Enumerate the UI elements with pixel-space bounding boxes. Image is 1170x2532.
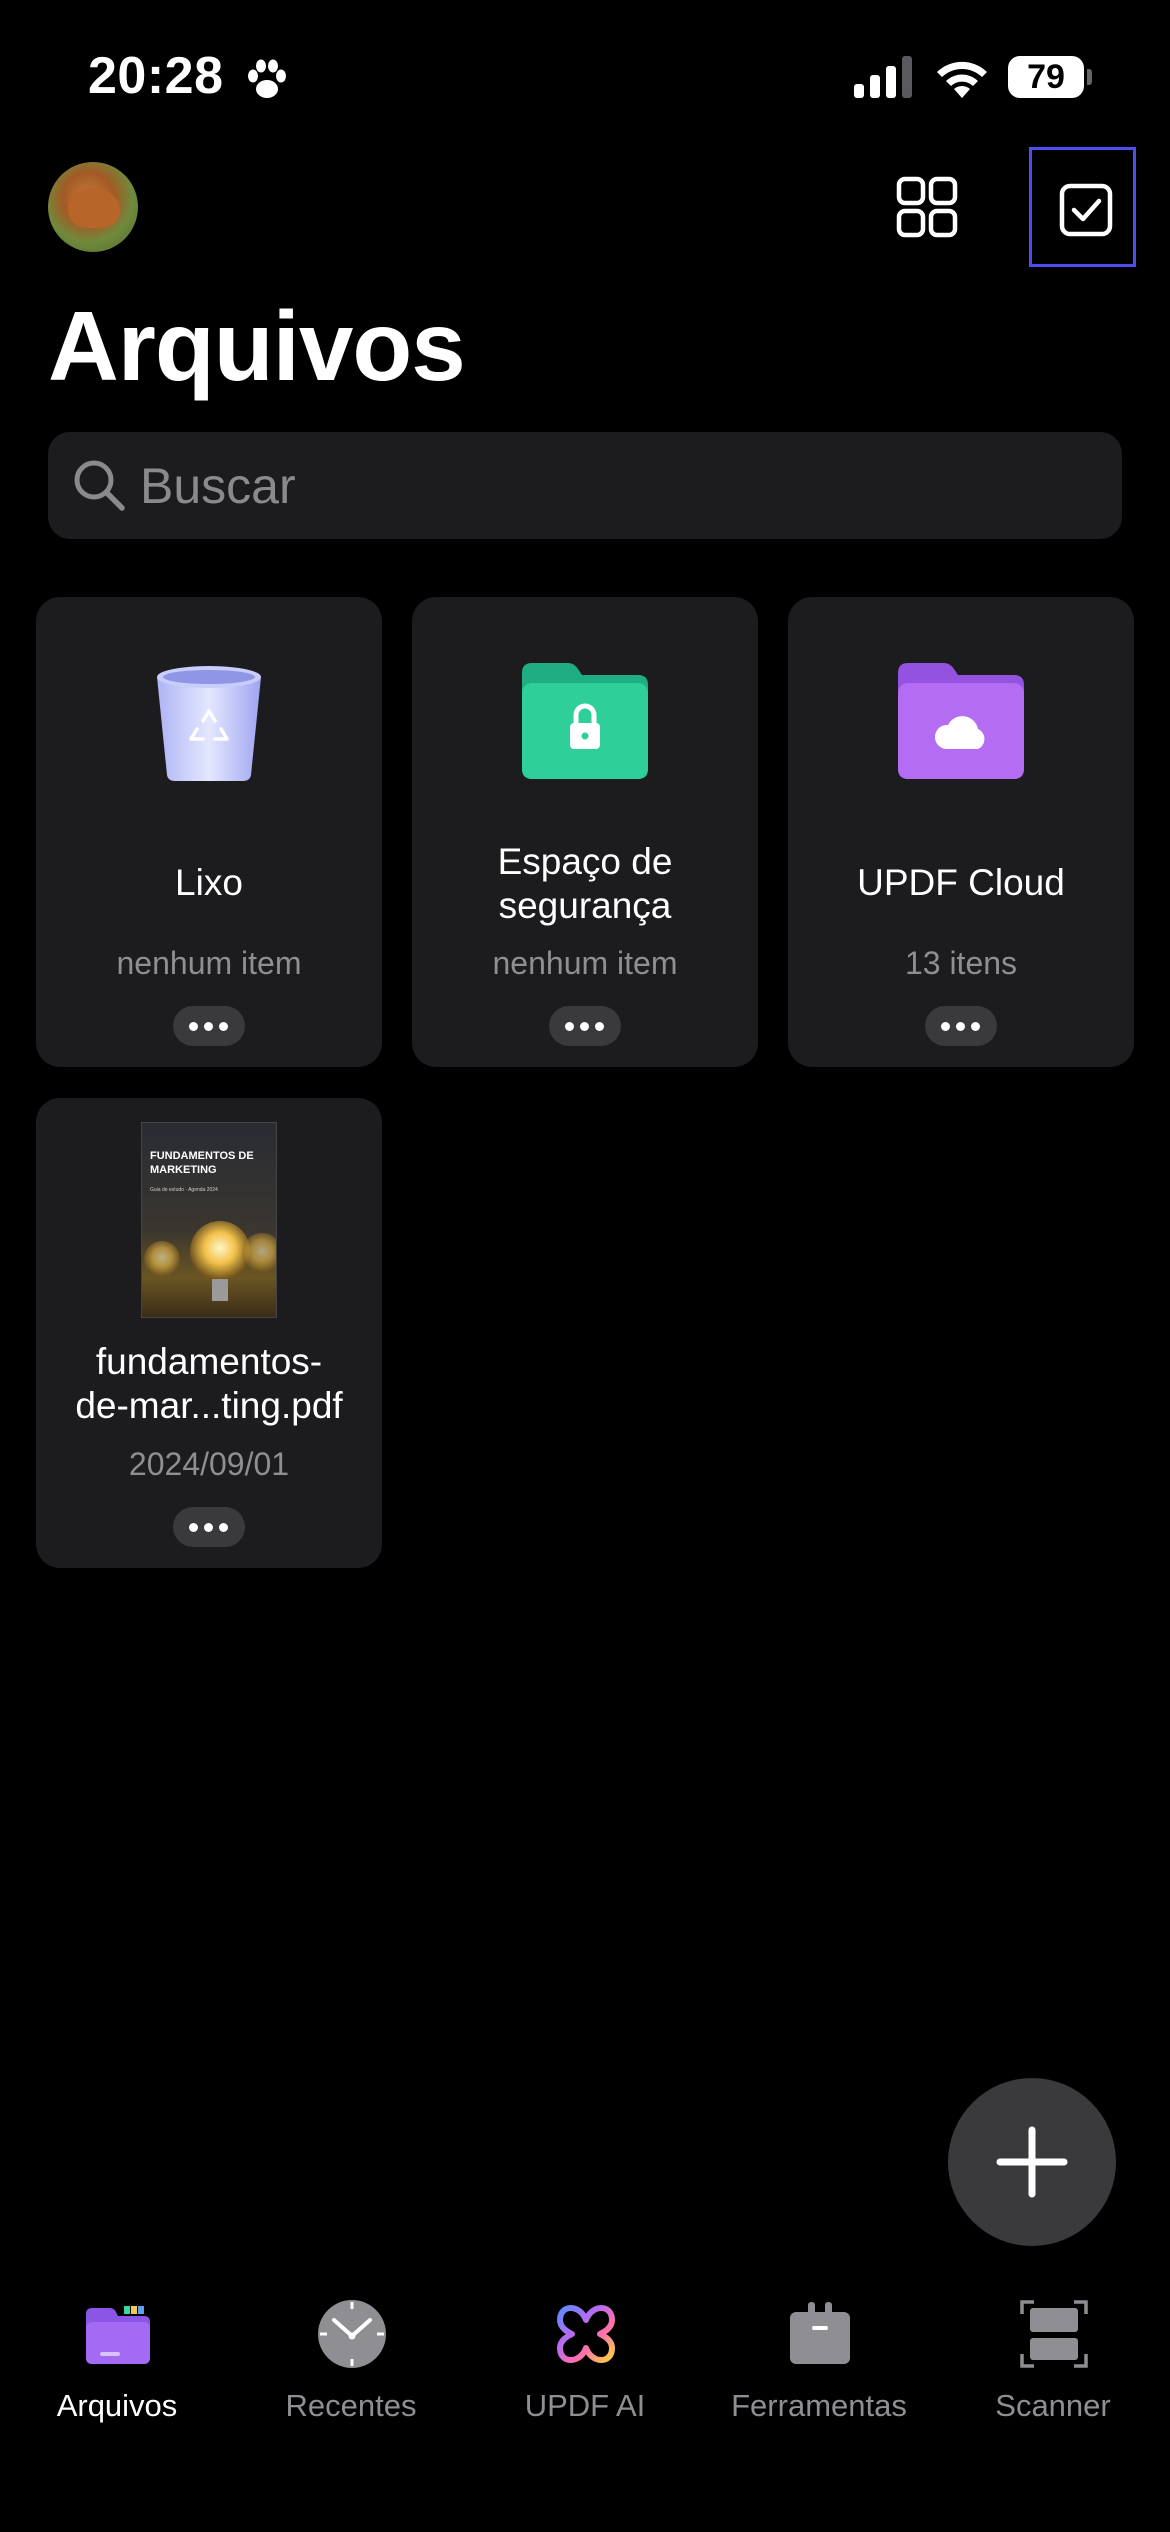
search-icon bbox=[74, 460, 125, 511]
tab-label: Arquivos bbox=[56, 2388, 178, 2423]
cellular-signal-icon bbox=[854, 56, 912, 98]
pdf-thumb-subtitle: Guia de estudo · Agenda 2024 bbox=[150, 1187, 218, 1193]
lock-folder-icon bbox=[522, 663, 648, 779]
updf-cloud-card[interactable]: UPDF Cloud 13 itens bbox=[788, 597, 1134, 1067]
paw-icon bbox=[248, 59, 286, 98]
pdf-thumb-title: FUNDAMENTOS DE MARKETING bbox=[150, 1150, 254, 1176]
item-name: Lixo bbox=[175, 862, 243, 903]
item-subtitle: nenhum item bbox=[116, 945, 302, 981]
grid-view-icon bbox=[896, 176, 958, 238]
item-date: 2024/09/01 bbox=[128, 1446, 290, 1482]
tab-label: Recentes bbox=[285, 2388, 417, 2423]
more-options-button[interactable] bbox=[173, 1507, 245, 1547]
search-bar[interactable] bbox=[48, 432, 1122, 539]
toolbox-icon bbox=[790, 2302, 850, 2364]
profile-avatar[interactable] bbox=[48, 162, 138, 252]
status-bar: 20:28 79 bbox=[0, 0, 1170, 150]
pdf-thumbnail: FUNDAMENTOS DE MARKETING Guia de estudo … bbox=[141, 1122, 277, 1318]
item-name-line1: fundamentos- bbox=[95, 1341, 323, 1382]
tab-arquivos[interactable]: Arquivos bbox=[0, 2270, 234, 2460]
more-options-button[interactable] bbox=[549, 1006, 621, 1046]
trash-card[interactable]: Lixo nenhum item bbox=[36, 597, 382, 1067]
more-options-button[interactable] bbox=[173, 1006, 245, 1046]
grid-view-button[interactable] bbox=[892, 172, 962, 242]
item-name-line2: de-mar...ting.pdf bbox=[75, 1385, 343, 1426]
item-name: UPDF Cloud bbox=[857, 862, 1065, 903]
checkbox-select-icon bbox=[1059, 183, 1113, 237]
wifi-icon bbox=[937, 61, 987, 98]
updf-ai-icon bbox=[557, 2305, 615, 2363]
battery-icon: 79 bbox=[1008, 56, 1092, 98]
trash-bin-icon bbox=[157, 666, 261, 781]
more-options-button[interactable] bbox=[925, 1006, 997, 1046]
tab-scanner[interactable]: Scanner bbox=[936, 2270, 1170, 2460]
tab-bar: Arquivos Recentes UPDF AI Ferramentas Sc… bbox=[0, 2270, 1170, 2532]
item-subtitle: nenhum item bbox=[492, 945, 678, 981]
clock-icon bbox=[318, 2300, 386, 2368]
folder-icon bbox=[86, 2306, 150, 2364]
tab-label: Ferramentas bbox=[731, 2388, 907, 2423]
secure-space-card[interactable]: Espaço de segurança nenhum item bbox=[412, 597, 758, 1067]
search-input[interactable] bbox=[140, 432, 1090, 539]
status-time: 20:28 bbox=[88, 47, 224, 105]
item-subtitle: 13 itens bbox=[904, 945, 1018, 981]
add-button[interactable] bbox=[948, 2078, 1116, 2246]
tab-label: Scanner bbox=[995, 2388, 1111, 2423]
plus-icon bbox=[996, 2126, 1068, 2198]
cloud-folder-icon bbox=[898, 663, 1024, 779]
pdf-file-card[interactable]: FUNDAMENTOS DE MARKETING Guia de estudo … bbox=[36, 1098, 382, 1568]
tab-ferramentas[interactable]: Ferramentas bbox=[702, 2270, 936, 2460]
battery-level: 79 bbox=[1027, 58, 1065, 96]
page-title: Arquivos bbox=[48, 291, 466, 401]
tab-recentes[interactable]: Recentes bbox=[234, 2270, 468, 2460]
select-button[interactable] bbox=[1029, 147, 1136, 267]
scanner-icon bbox=[1020, 2300, 1088, 2368]
tab-label: UPDF AI bbox=[524, 2388, 646, 2423]
item-name-line2: segurança bbox=[498, 885, 672, 926]
item-name-line1: Espaço de bbox=[497, 841, 673, 882]
tab-updf-ai[interactable]: UPDF AI bbox=[468, 2270, 702, 2460]
